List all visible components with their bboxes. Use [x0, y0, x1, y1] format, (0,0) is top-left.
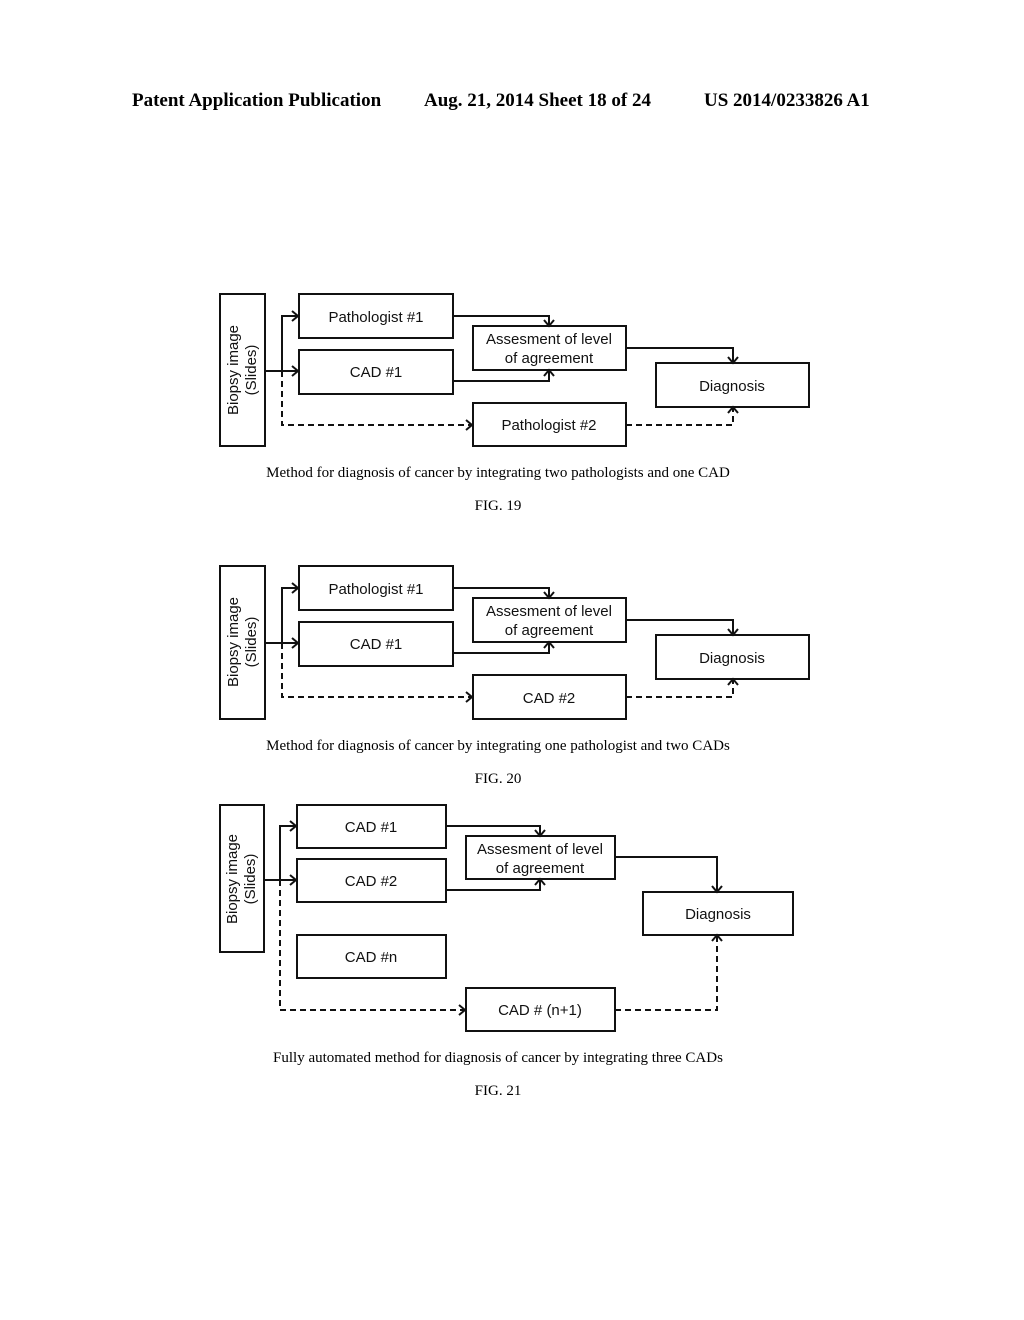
figure-19-label: FIG. 19	[474, 498, 522, 514]
top-box-label: Pathologist #1	[328, 581, 423, 598]
figure-21-caption: Fully automated method for diagnosis of …	[273, 1050, 723, 1066]
bottom-box-label: CAD # (n+1)	[498, 1002, 582, 1019]
middle-box-label: CAD #1	[350, 364, 403, 381]
assessment-label-line2: of agreement	[505, 350, 594, 367]
header-publication-type: Patent Application Publication	[132, 90, 382, 111]
input-label-line1: Biopsy image	[225, 597, 242, 687]
diagnosis-label: Diagnosis	[685, 906, 751, 923]
assessment-label-line2: of agreement	[496, 860, 585, 877]
figure-21-label: FIG. 21	[474, 1083, 522, 1099]
bottom-box-label: Pathologist #2	[501, 417, 596, 434]
assessment-label-line1: Assesment of level	[477, 841, 603, 858]
figure-20-label: FIG. 20	[474, 771, 522, 787]
diagnosis-label: Diagnosis	[699, 650, 765, 667]
assessment-label-line1: Assesment of level	[486, 603, 612, 620]
top-box-label: CAD #1	[345, 819, 398, 836]
diagnosis-label: Diagnosis	[699, 378, 765, 395]
header-patent-number: US 2014/0233826 A1	[704, 90, 870, 111]
bottom-box-label: CAD #2	[523, 690, 576, 707]
input-label-line1: Biopsy image	[224, 834, 241, 924]
input-label-line2: (Slides)	[242, 854, 259, 905]
input-label-line2: (Slides)	[243, 345, 260, 396]
assessment-label-line2: of agreement	[505, 622, 594, 639]
input-label-line1: Biopsy image	[225, 325, 242, 415]
assessment-label-line1: Assesment of level	[486, 331, 612, 348]
middle-box-label: CAD #1	[350, 636, 403, 653]
figure-20-diagram: Biopsy image (Slides) Pathologist #1 CAD…	[219, 565, 810, 720]
figure-20-caption: Method for diagnosis of cancer by integr…	[266, 738, 730, 754]
figure-19-diagram: Biopsy image (Slides) Pathologist #1 CAD…	[219, 293, 810, 447]
middle-box-label: CAD #2	[345, 873, 398, 890]
top-box-label: Pathologist #1	[328, 309, 423, 326]
input-label-line2: (Slides)	[243, 617, 260, 668]
figure-19-caption: Method for diagnosis of cancer by integr…	[266, 465, 730, 481]
extra-box-label: CAD #n	[345, 949, 398, 966]
figure-21-diagram: Biopsy image (Slides) CAD #1 CAD #2 CAD …	[219, 804, 794, 1032]
header-date-sheet: Aug. 21, 2014 Sheet 18 of 24	[424, 90, 651, 111]
